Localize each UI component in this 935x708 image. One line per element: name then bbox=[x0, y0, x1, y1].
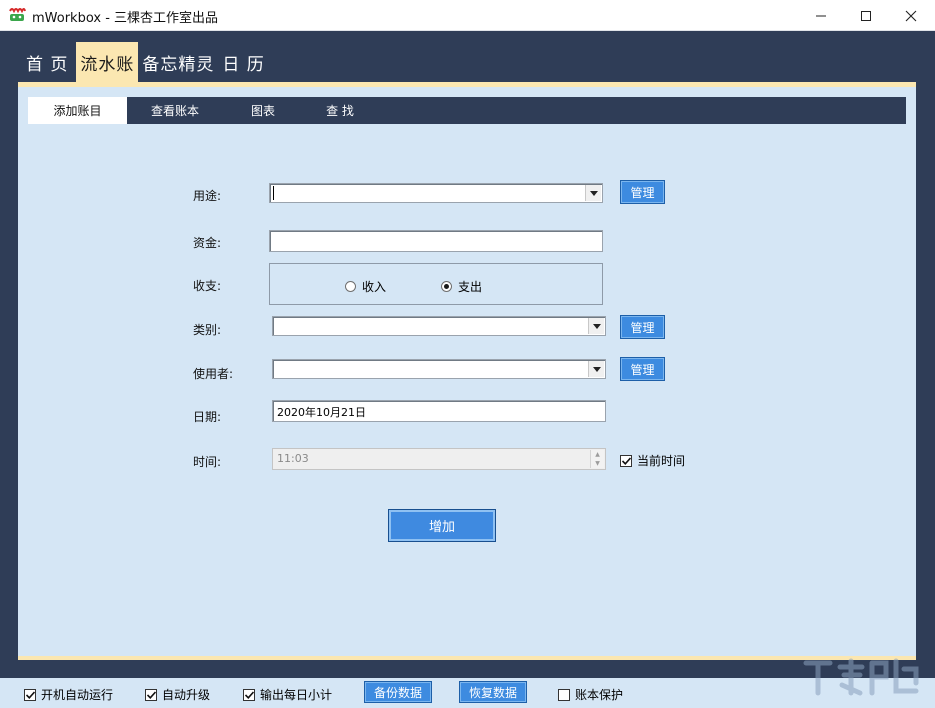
user-manage-button[interactable]: 管理 bbox=[620, 357, 665, 381]
checkmark-icon bbox=[147, 691, 156, 699]
spin-up-icon: ▲ bbox=[591, 450, 604, 459]
current-time-label: 当前时间 bbox=[637, 452, 685, 469]
content-bottom-strip bbox=[18, 656, 916, 660]
autoupdate-label: 自动升级 bbox=[162, 686, 210, 703]
radio-income-label: 收入 bbox=[362, 278, 386, 295]
direction-label: 收支: bbox=[193, 277, 221, 294]
tab-view-ledger[interactable]: 查看账本 bbox=[127, 97, 223, 124]
amount-input[interactable] bbox=[269, 230, 603, 252]
checkmark-icon bbox=[622, 457, 631, 465]
main-tab-bar: 首 页 流水账 备忘精灵 日 历 bbox=[22, 42, 269, 82]
time-value: 11:03 bbox=[277, 452, 309, 465]
user-label: 使用者: bbox=[193, 365, 233, 382]
current-time-checkbox[interactable]: 当前时间 bbox=[620, 452, 685, 469]
autostart-label: 开机自动运行 bbox=[41, 686, 113, 703]
ledger-protect-checkbox-box bbox=[558, 689, 570, 701]
radio-income-indicator bbox=[345, 281, 356, 292]
add-entry-button[interactable]: 增加 bbox=[388, 509, 496, 542]
direction-groupbox: 收入 支出 bbox=[269, 263, 603, 305]
close-icon bbox=[905, 10, 917, 22]
time-input: 11:03 ▲ ▼ bbox=[272, 448, 606, 470]
radio-expense-label: 支出 bbox=[458, 278, 482, 295]
time-label: 时间: bbox=[193, 453, 221, 470]
title-bar: mWorkbox - 三棵杏工作室出品 bbox=[0, 0, 935, 31]
minimize-button[interactable] bbox=[798, 0, 844, 31]
app-logo-icon bbox=[8, 7, 26, 23]
chevron-down-icon bbox=[593, 367, 601, 372]
watermark-logo-icon bbox=[800, 655, 920, 697]
autostart-checkbox[interactable]: 开机自动运行 bbox=[24, 686, 113, 703]
close-button[interactable] bbox=[888, 0, 934, 31]
purpose-label: 用途: bbox=[193, 187, 221, 204]
purpose-combobox[interactable] bbox=[269, 183, 603, 203]
backup-data-button[interactable]: 备份数据 bbox=[364, 681, 432, 703]
time-spinner: ▲ ▼ bbox=[590, 450, 604, 468]
ledger-protect-checkbox[interactable]: 账本保护 bbox=[558, 686, 623, 703]
radio-income[interactable]: 收入 bbox=[345, 278, 386, 295]
restore-data-button[interactable]: 恢复数据 bbox=[459, 681, 527, 703]
radio-expense[interactable]: 支出 bbox=[441, 278, 482, 295]
tab-add-entry[interactable]: 添加账目 bbox=[28, 97, 127, 124]
purpose-dropdown-button[interactable] bbox=[585, 185, 601, 201]
amount-label: 资金: bbox=[193, 234, 221, 251]
spin-down-icon: ▼ bbox=[591, 459, 604, 468]
autostart-checkbox-box bbox=[24, 689, 36, 701]
sub-tab-bar: 添加账目 查看账本 图表 查 找 bbox=[28, 97, 906, 124]
date-input[interactable]: 2020年10月21日 bbox=[272, 400, 606, 422]
text-caret bbox=[273, 186, 274, 200]
checkmark-icon bbox=[245, 691, 254, 699]
purpose-manage-button[interactable]: 管理 bbox=[620, 180, 665, 204]
user-combobox[interactable] bbox=[272, 359, 606, 379]
category-combobox[interactable] bbox=[272, 316, 606, 336]
tab-ledger[interactable]: 流水账 bbox=[76, 42, 138, 82]
window-title: mWorkbox - 三棵杏工作室出品 bbox=[32, 7, 218, 26]
ledger-protect-label: 账本保护 bbox=[575, 686, 623, 703]
daily-summary-checkbox[interactable]: 输出每日小计 bbox=[243, 686, 332, 703]
chevron-down-icon bbox=[593, 324, 601, 329]
checkmark-icon bbox=[26, 691, 35, 699]
tab-calendar[interactable]: 日 历 bbox=[218, 42, 268, 82]
daily-summary-label: 输出每日小计 bbox=[260, 686, 332, 703]
maximize-button[interactable] bbox=[843, 0, 889, 31]
autoupdate-checkbox[interactable]: 自动升级 bbox=[145, 686, 210, 703]
minimize-icon bbox=[815, 10, 827, 22]
tab-memo[interactable]: 备忘精灵 bbox=[138, 42, 218, 82]
category-manage-button[interactable]: 管理 bbox=[620, 315, 665, 339]
category-dropdown-button[interactable] bbox=[588, 318, 604, 334]
current-time-checkbox-box bbox=[620, 455, 632, 467]
category-label: 类别: bbox=[193, 321, 221, 338]
date-label: 日期: bbox=[193, 408, 221, 425]
tab-chart[interactable]: 图表 bbox=[223, 97, 303, 124]
tab-home[interactable]: 首 页 bbox=[22, 42, 72, 82]
maximize-icon bbox=[860, 10, 872, 22]
daily-summary-checkbox-box bbox=[243, 689, 255, 701]
radio-expense-indicator bbox=[441, 281, 452, 292]
tab-search[interactable]: 查 找 bbox=[303, 97, 377, 124]
user-dropdown-button[interactable] bbox=[588, 361, 604, 377]
autoupdate-checkbox-box bbox=[145, 689, 157, 701]
chevron-down-icon bbox=[590, 191, 598, 196]
